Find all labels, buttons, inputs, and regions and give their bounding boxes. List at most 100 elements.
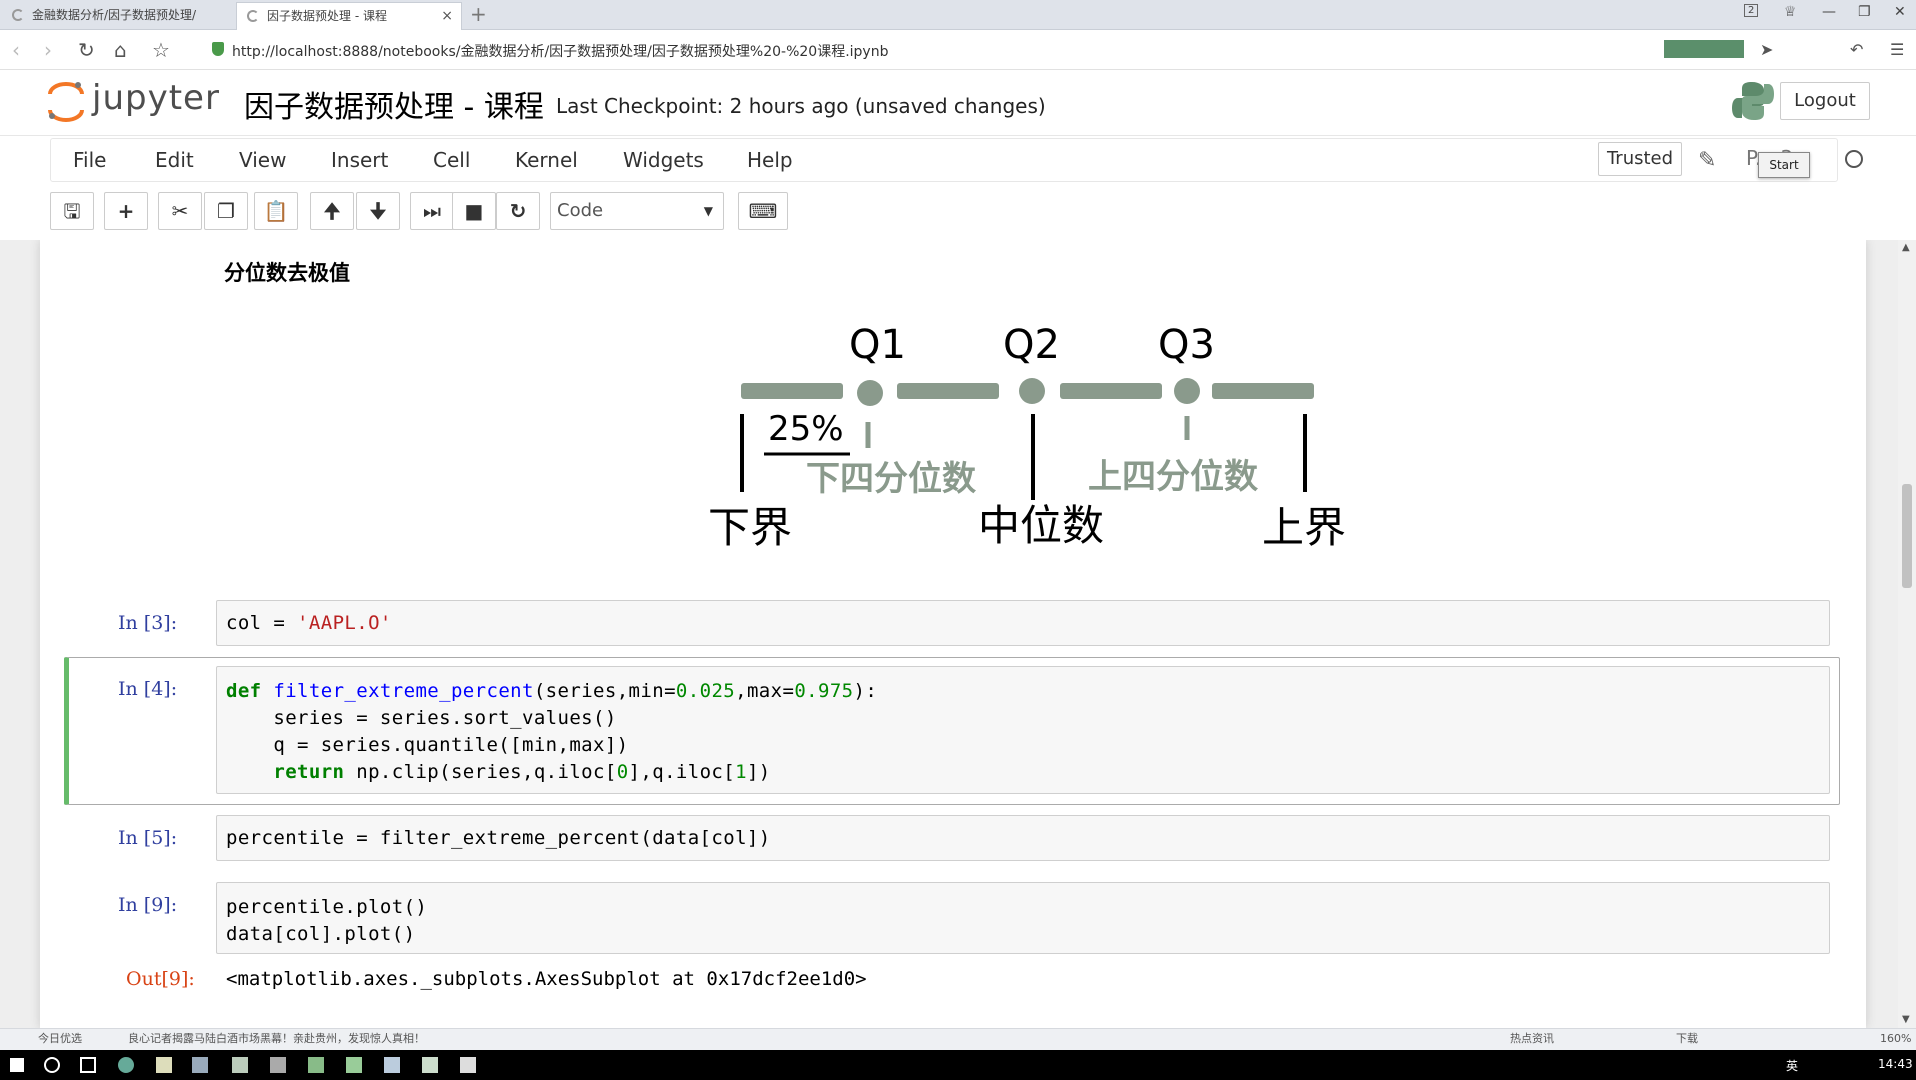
app-icon[interactable] [346, 1057, 362, 1073]
paste-button[interactable]: 📋 [254, 192, 298, 230]
code-cell-input[interactable] [216, 882, 1830, 954]
app-icon[interactable] [460, 1057, 476, 1073]
loading-icon [247, 10, 259, 22]
start-button[interactable]: Start [1758, 152, 1810, 178]
extension-badge[interactable] [1664, 40, 1744, 58]
scissors-icon: ✂ [171, 199, 189, 223]
run-button[interactable]: ⏭ [410, 192, 454, 230]
trusted-indicator[interactable]: Trusted [1598, 142, 1682, 176]
window-count-badge[interactable]: 2 [1744, 4, 1759, 17]
app-icon[interactable] [422, 1057, 438, 1073]
cell-prompt: In [3]: [118, 612, 178, 634]
restore-icon[interactable]: ❐ [1858, 4, 1871, 20]
scrollbar[interactable] [1898, 240, 1916, 1028]
browser-status-bar: 今日优选 良心记者揭露马陆白酒市场黑幕！亲赴贵州，发现惊人真相！ 热点资讯 下载… [0, 1028, 1916, 1050]
home-icon[interactable]: ⌂ [114, 38, 127, 62]
copy-button[interactable]: ❐ [204, 192, 248, 230]
clock[interactable]: 14:43 [1878, 1057, 1913, 1071]
interrupt-button[interactable]: ■ [452, 192, 496, 230]
paste-icon: 📋 [263, 199, 289, 223]
menu-widgets[interactable]: Widgets [623, 148, 704, 172]
cell-prompt: In [4]: [118, 678, 178, 700]
close-window-icon[interactable]: ✕ [1894, 4, 1906, 20]
input-language[interactable]: 英 [1786, 1057, 1798, 1074]
browser-tab-1[interactable]: 金融数据分析/因子数据预处理/ [2, 2, 232, 30]
minimize-icon[interactable]: — [1822, 4, 1836, 20]
app-icon[interactable] [192, 1057, 208, 1073]
menu-file[interactable]: File [73, 148, 106, 172]
notebook-title[interactable]: 因子数据预处理 - 课程 [244, 82, 544, 126]
upper-quartile-label: 上四分位数 [1088, 457, 1258, 497]
move-down-button[interactable]: 🠋 [356, 192, 400, 230]
arrow-up-icon: 🠉 [323, 199, 341, 223]
jupyter-logo-text[interactable]: jupyter [92, 78, 220, 118]
q1-label: Q1 [849, 322, 906, 368]
cut-button[interactable]: ✂ [158, 192, 202, 230]
forward-icon[interactable]: › [44, 38, 52, 62]
menu-icon[interactable]: ☰ [1890, 40, 1904, 59]
folder-icon[interactable] [156, 1057, 172, 1073]
jupyter-logo-icon[interactable] [46, 80, 86, 122]
median-label: 中位数 [978, 501, 1104, 550]
menu-insert[interactable]: Insert [331, 148, 388, 172]
os-taskbar: 英 14:43 [0, 1050, 1916, 1080]
lower-quartile-label: 下四分位数 [806, 459, 976, 499]
copy-icon: ❐ [217, 199, 235, 223]
tab-label: 因子数据预处理 - 课程 [267, 9, 387, 23]
scroll-up-icon[interactable]: ▲ [1902, 242, 1910, 253]
menu-bar: File Edit View Insert Cell Kernel Widget… [50, 138, 1838, 182]
zoom-level[interactable]: 160% [1880, 1029, 1911, 1049]
move-up-button[interactable]: 🠉 [310, 192, 354, 230]
menu-edit[interactable]: Edit [155, 148, 194, 172]
windows-start-icon[interactable] [10, 1058, 24, 1072]
back-icon[interactable]: ‹ [12, 38, 20, 62]
app-icon[interactable] [270, 1057, 286, 1073]
cell-prompt: In [5]: [118, 827, 178, 849]
address-bar: ‹ › ↻ ⌂ ☆ http://localhost:8888/notebook… [0, 30, 1916, 70]
pencil-icon[interactable]: ✎ [1698, 148, 1716, 173]
cell-type-select[interactable]: Code ▼ [550, 192, 724, 230]
command-palette-button[interactable]: ⌨ [738, 192, 788, 230]
status-news[interactable]: 良心记者揭露马陆白酒市场黑幕！亲赴贵州，发现惊人真相！ [128, 1029, 425, 1049]
app-icon[interactable] [308, 1057, 324, 1073]
star-icon[interactable]: ☆ [152, 38, 170, 62]
save-button[interactable]: 🖫 [50, 192, 94, 230]
logout-button[interactable]: Logout [1780, 82, 1870, 120]
step-forward-icon: ⏭ [423, 199, 441, 223]
q3-label: Q3 [1158, 322, 1215, 368]
status-download[interactable]: 下载 [1676, 1029, 1698, 1049]
reload-icon[interactable]: ↻ [78, 38, 95, 62]
menu-kernel[interactable]: Kernel [515, 148, 578, 172]
app-icon[interactable] [232, 1057, 248, 1073]
scroll-down-icon[interactable]: ▼ [1902, 1014, 1910, 1025]
save-icon: 🖫 [63, 199, 81, 223]
task-view-icon[interactable] [80, 1057, 96, 1073]
menu-cell[interactable]: Cell [433, 148, 470, 172]
new-tab-button[interactable]: + [470, 2, 487, 26]
code-block: def filter_extreme_percent(series,min=0.… [226, 680, 878, 783]
notebook-toolbar: 🖫 + ✂ ❐ 📋 🠉 🠋 ⏭ ■ ↻ Code ▼ ⌨ [0, 190, 1916, 234]
plus-icon: + [117, 199, 135, 223]
browser-tab-2[interactable]: 因子数据预处理 - 课程 × [236, 2, 462, 30]
status-left[interactable]: 今日优选 [38, 1029, 82, 1049]
shirt-icon[interactable]: ♕ [1784, 4, 1797, 20]
url-input[interactable]: http://localhost:8888/notebooks/金融数据分析/因… [232, 41, 888, 61]
app-icon[interactable] [384, 1057, 400, 1073]
code-cell-input[interactable] [216, 600, 1830, 646]
cell-prompt: In [9]: [118, 894, 178, 916]
checkpoint-status: Last Checkpoint: 2 hours ago (unsaved ch… [556, 94, 1046, 118]
insert-cell-button[interactable]: + [104, 192, 148, 230]
restart-button[interactable]: ↻ [496, 192, 540, 230]
status-hot[interactable]: 热点资讯 [1510, 1029, 1554, 1049]
menu-help[interactable]: Help [747, 148, 793, 172]
share-icon[interactable]: ➤ [1760, 40, 1773, 59]
scrollbar-thumb[interactable] [1902, 484, 1912, 588]
cell-type-value: Code [557, 200, 604, 221]
search-icon[interactable] [44, 1057, 60, 1073]
menu-view[interactable]: View [239, 148, 286, 172]
undo-icon[interactable]: ↶ [1850, 40, 1863, 59]
chevron-down-icon: ▼ [703, 204, 713, 218]
browser-app-icon[interactable] [118, 1057, 134, 1073]
arrow-down-icon: 🠋 [369, 199, 387, 223]
close-tab-icon[interactable]: × [441, 3, 453, 29]
